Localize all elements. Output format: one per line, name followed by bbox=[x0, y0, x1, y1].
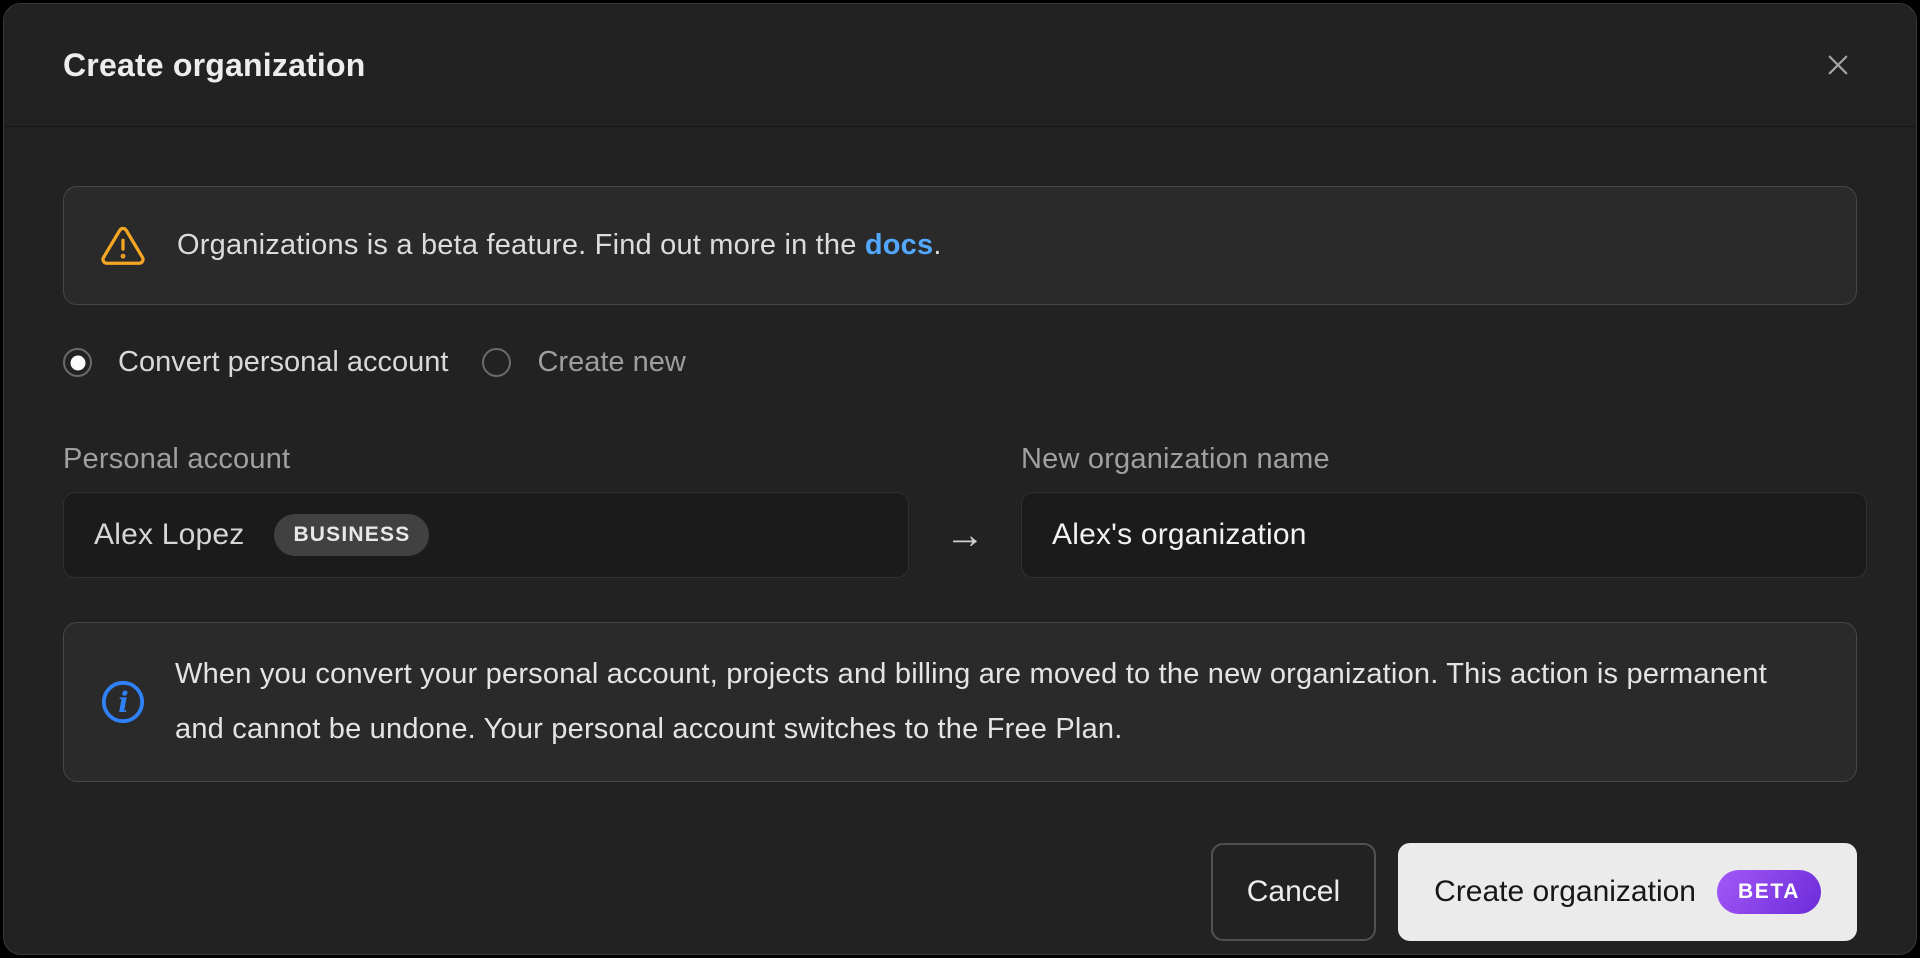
modal-body: Organizations is a beta feature. Find ou… bbox=[4, 186, 1916, 941]
close-icon bbox=[1820, 47, 1856, 83]
mode-radio-row: Convert personal account Create new bbox=[63, 346, 1857, 379]
arrow-right-icon: → bbox=[945, 513, 985, 558]
radio-convert-personal-account[interactable]: Convert personal account bbox=[63, 346, 448, 379]
convert-info-banner: i When you convert your personal account… bbox=[63, 622, 1857, 782]
personal-account-value: Alex Lopez bbox=[94, 518, 244, 552]
radio-label: Convert personal account bbox=[118, 346, 448, 379]
modal-footer: Cancel Create organization BETA bbox=[63, 843, 1857, 941]
create-organization-button[interactable]: Create organization BETA bbox=[1398, 843, 1857, 941]
cancel-button[interactable]: Cancel bbox=[1211, 843, 1376, 941]
personal-account-label: Personal account bbox=[63, 443, 909, 476]
personal-account-field[interactable]: Alex Lopez BUSINESS bbox=[63, 492, 909, 578]
beta-badge: BETA bbox=[1717, 870, 1821, 914]
new-organization-name-input[interactable] bbox=[1021, 492, 1867, 578]
create-organization-button-label: Create organization bbox=[1434, 875, 1696, 909]
docs-link[interactable]: docs bbox=[865, 229, 934, 261]
radio-label: Create new bbox=[537, 346, 685, 379]
close-button[interactable] bbox=[1816, 43, 1860, 87]
convert-section: Personal account New organization name A… bbox=[63, 443, 1857, 578]
radio-create-new[interactable]: Create new bbox=[482, 346, 685, 379]
new-organization-name-label: New organization name bbox=[1021, 443, 1867, 476]
info-icon: i bbox=[100, 679, 146, 725]
beta-banner-text-after: . bbox=[933, 229, 941, 261]
radio-selected-icon bbox=[63, 348, 92, 377]
beta-banner-text: Organizations is a beta feature. Find ou… bbox=[177, 229, 942, 262]
modal-title: Create organization bbox=[63, 47, 366, 84]
convert-info-text: When you convert your personal account, … bbox=[175, 647, 1820, 757]
radio-unselected-icon bbox=[482, 348, 511, 377]
beta-banner-text-before: Organizations is a beta feature. Find ou… bbox=[177, 229, 865, 261]
warning-icon bbox=[100, 223, 146, 269]
svg-text:i: i bbox=[118, 686, 129, 719]
beta-feature-banner: Organizations is a beta feature. Find ou… bbox=[63, 186, 1857, 305]
modal-header: Create organization bbox=[4, 4, 1916, 127]
create-organization-modal: Create organization Organizations is a b… bbox=[3, 3, 1917, 955]
business-plan-badge: BUSINESS bbox=[274, 514, 429, 556]
